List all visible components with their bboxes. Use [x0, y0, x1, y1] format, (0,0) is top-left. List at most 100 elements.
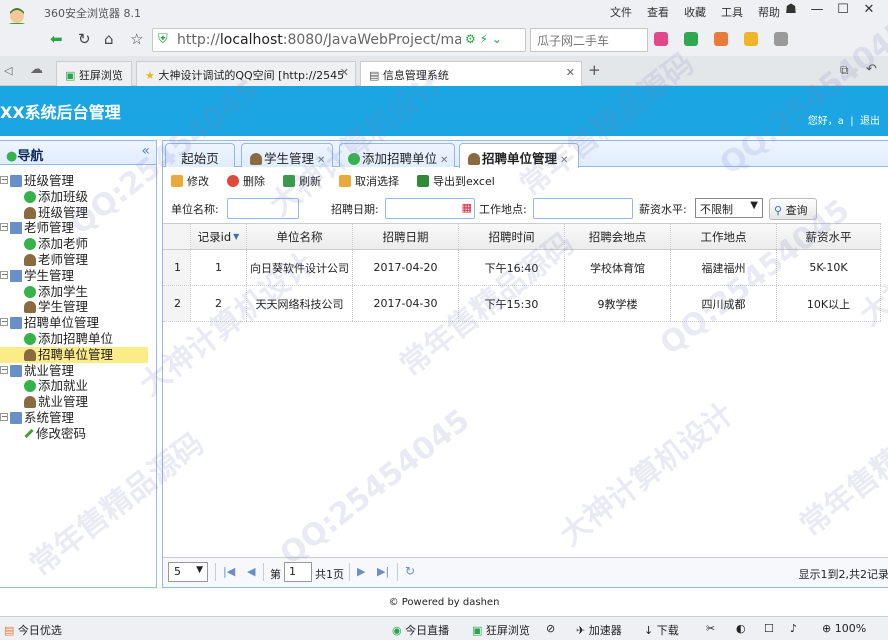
- table-row[interactable]: 2 2 天天网络科技公司 2017-04-30 下午15:30 9教学楼 四川成都 10K以上: [163, 286, 881, 322]
- collapse-toggle-icon[interactable]: −: [0, 223, 8, 232]
- screenshot-icon[interactable]: ✂: [706, 622, 715, 635]
- extension-icon[interactable]: [774, 32, 788, 46]
- calendar-icon[interactable]: ▦: [462, 201, 472, 214]
- column-header-location[interactable]: 工作地点: [671, 224, 777, 249]
- first-page-icon[interactable]: |◀: [223, 565, 235, 578]
- company-input[interactable]: [227, 198, 299, 219]
- sidebar-item[interactable]: 添加班级: [0, 189, 157, 205]
- close-tab-icon[interactable]: ✕: [340, 66, 349, 79]
- refresh-button[interactable]: 刷新: [283, 173, 321, 189]
- collapse-toggle-icon[interactable]: −: [0, 270, 8, 279]
- sidebar-item[interactable]: 就业管理: [0, 394, 157, 410]
- refresh-icon[interactable]: ↻: [78, 30, 91, 48]
- query-button[interactable]: ⚲ 查询: [769, 198, 817, 220]
- menu-tools[interactable]: 工具: [721, 4, 743, 20]
- close-window-button[interactable]: ✕: [856, 2, 882, 17]
- download[interactable]: ↓ 下载: [644, 622, 679, 638]
- accelerator[interactable]: ✈ 加速器: [576, 622, 622, 638]
- collapse-toggle-icon[interactable]: −: [0, 176, 8, 184]
- zoom-level[interactable]: ⊕ 100%: [822, 622, 866, 635]
- skin-icon[interactable]: ☗: [778, 2, 804, 17]
- daily-picks[interactable]: ▤ 今日优选: [4, 622, 62, 638]
- menu-view[interactable]: 查看: [647, 4, 669, 20]
- column-header-id[interactable]: 记录id ▼: [191, 224, 247, 249]
- sidebar-item[interactable]: 添加就业: [0, 378, 157, 394]
- next-page-icon[interactable]: ▶: [357, 565, 365, 578]
- minimize-button[interactable]: —: [804, 2, 830, 17]
- maximize-button[interactable]: ☐: [830, 2, 856, 17]
- url-action-icons[interactable]: ⚙ ⚡ ⌄: [465, 32, 502, 46]
- tab-add-recruiter[interactable]: 添加招聘单位 ✕: [339, 143, 455, 167]
- new-tab-button[interactable]: +: [588, 61, 601, 79]
- close-tab-icon[interactable]: ✕: [440, 155, 448, 166]
- collapse-toggle-icon[interactable]: −: [0, 412, 8, 421]
- sidebar-item[interactable]: 添加学生: [0, 284, 157, 300]
- sidebar-item[interactable]: 老师管理: [0, 252, 157, 268]
- undo-close-icon[interactable]: ↶: [866, 62, 877, 77]
- sidebar-item[interactable]: 班级管理: [0, 205, 157, 221]
- browser-search-input[interactable]: 瓜子网二手车: [530, 28, 648, 52]
- collapse-toggle-icon[interactable]: −: [0, 318, 8, 327]
- sidebar-group[interactable]: − 班级管理: [0, 173, 157, 189]
- collapse-icon[interactable]: «: [141, 143, 150, 159]
- url-input[interactable]: ⛨ http://localhost:8080/JavaWebProject/m…: [152, 28, 526, 52]
- browser-icon[interactable]: ◐: [736, 622, 746, 635]
- location-input[interactable]: [533, 198, 633, 219]
- sidebar-item[interactable]: 修改密码: [0, 426, 157, 442]
- menu-help[interactable]: 帮助: [758, 4, 780, 20]
- date-input[interactable]: ▦: [385, 198, 475, 219]
- sidebar-group[interactable]: − 系统管理: [0, 410, 157, 426]
- tab-student-manage[interactable]: 学生管理 ✕: [241, 143, 333, 167]
- close-tab-icon[interactable]: ✕: [317, 155, 325, 166]
- delete-button[interactable]: 删除: [227, 173, 265, 189]
- column-header-salary[interactable]: 薪资水平: [777, 224, 881, 249]
- live-link[interactable]: ◉ 今日直播: [392, 622, 449, 638]
- sidebar-group[interactable]: − 就业管理: [0, 363, 157, 379]
- export-excel-button[interactable]: 导出到excel: [417, 173, 495, 189]
- extension-icon[interactable]: [654, 32, 668, 46]
- sidebar-item[interactable]: 添加招聘单位: [0, 331, 157, 347]
- sidebar-group[interactable]: − 老师管理: [0, 220, 157, 236]
- column-header-date[interactable]: 招聘日期: [353, 224, 459, 249]
- page-size-select[interactable]: 5 ▼: [168, 562, 208, 582]
- salary-select[interactable]: 不限制 ▼: [695, 198, 763, 218]
- extension-icon[interactable]: [684, 32, 698, 46]
- column-header-venue[interactable]: 招聘会地点: [565, 224, 671, 249]
- sidebar-item[interactable]: 学生管理: [0, 299, 157, 315]
- browser-tab-qq-space[interactable]: ★ 大神设计调试的QQ空间 [http://2545 ✕: [136, 61, 356, 86]
- sound-icon[interactable]: ♪: [790, 622, 797, 635]
- prev-page-icon[interactable]: ◀: [247, 565, 255, 578]
- speed-icon[interactable]: ⊘: [546, 622, 555, 635]
- window-icon[interactable]: ☐: [764, 622, 774, 635]
- tab-recruiter-manage[interactable]: 招聘单位管理 ✕: [459, 143, 579, 168]
- cloud-icon[interactable]: ☁: [30, 62, 43, 77]
- logout-link[interactable]: 退出: [860, 116, 880, 127]
- browser-tab-info-system[interactable]: ▤ 信息管理系统 ✕: [360, 61, 582, 86]
- sidebar-group[interactable]: − 招聘单位管理: [0, 315, 157, 331]
- tab-restore-icon[interactable]: ⧉: [840, 63, 849, 78]
- page-number-input[interactable]: 1: [284, 562, 312, 582]
- extension-icon[interactable]: [744, 32, 758, 46]
- table-row[interactable]: 1 1 向日葵软件设计公司 2017-04-20 下午16:40 学校体育馆 福建福州 5K-…: [163, 250, 881, 286]
- close-tab-icon[interactable]: ✕: [566, 66, 575, 79]
- back-icon[interactable]: ⬅: [50, 30, 63, 48]
- menu-favorites[interactable]: 收藏: [684, 4, 706, 20]
- home-icon[interactable]: ⌂: [104, 30, 114, 48]
- menu-file[interactable]: 文件: [610, 4, 632, 20]
- sidebar-item[interactable]: 招聘单位管理: [0, 346, 148, 363]
- tab-home[interactable]: 起始页: [165, 143, 235, 167]
- edit-button[interactable]: 修改: [171, 173, 209, 189]
- sidebar-item[interactable]: 添加老师: [0, 236, 157, 252]
- close-tab-icon[interactable]: ✕: [560, 155, 568, 166]
- browser-tab-fullscreen[interactable]: ▣ 狂屏浏览: [56, 61, 132, 86]
- reload-icon[interactable]: ↻: [405, 564, 415, 578]
- sidebar-group[interactable]: − 学生管理: [0, 268, 157, 284]
- unselect-button[interactable]: 取消选择: [339, 173, 399, 189]
- last-page-icon[interactable]: ▶|: [377, 565, 389, 578]
- bookmark-star-icon[interactable]: ☆: [130, 30, 143, 48]
- collapse-toggle-icon[interactable]: −: [0, 365, 8, 374]
- column-header-time[interactable]: 招聘时间: [459, 224, 565, 249]
- extension-icon[interactable]: [714, 32, 728, 46]
- fullscreen-mode[interactable]: ▣ 狂屏浏览: [472, 622, 530, 638]
- tab-list-icon[interactable]: ◁: [4, 64, 12, 77]
